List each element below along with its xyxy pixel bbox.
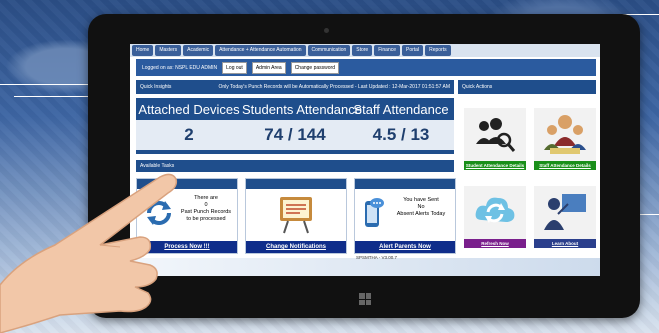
stat-value: 2 (136, 120, 242, 150)
task-text-line: to be processed (186, 216, 226, 222)
qa-student-attendance-card[interactable]: Student Attendance Details (464, 108, 526, 170)
notice-board-icon (280, 197, 312, 234)
learn-about-link[interactable]: Learn About (534, 239, 596, 248)
menu-reports[interactable]: Reports (425, 45, 451, 56)
staff-attendance-details-link[interactable]: Staff Attendance Details (534, 161, 596, 170)
students-search-icon (476, 118, 516, 152)
task-notifications: Change Notifications (245, 178, 347, 254)
student-attendance-details-link[interactable]: Student Attendance Details (464, 161, 526, 170)
qa-refresh-card[interactable]: Refresh Now (464, 186, 526, 248)
staff-group-icon (544, 115, 586, 154)
task-text-line: No (417, 204, 425, 210)
task-text-line: Absent Alerts Today (396, 211, 446, 217)
presenter-icon (544, 194, 586, 230)
menu-attendance[interactable]: Attendance + Attendance Automation (215, 45, 306, 56)
stat-value: 74 / 144 (242, 120, 348, 150)
decorative-line (0, 84, 90, 85)
user-bar: Logged on as: NSPL EDU ADMIN Log out Adm… (136, 59, 596, 76)
stat-staff-attendance: Staff Attendance 4.5 / 13 (348, 98, 454, 150)
stat-label: Attached Devices (138, 102, 240, 117)
alert-parents-button[interactable]: Alert Parents Now (355, 241, 455, 253)
menu-bar: Home Masters Academic Attendance + Atten… (130, 44, 600, 57)
task-text-line: Past Punch Records (180, 209, 232, 215)
menu-communication[interactable]: Communication (307, 45, 351, 56)
stat-label: Staff Attendance (353, 102, 449, 117)
app-screen: Home Masters Academic Attendance + Atten… (130, 44, 600, 276)
stat-value: 4.5 / 13 (348, 120, 454, 150)
qa-learn-card[interactable]: Learn About (534, 186, 596, 248)
menu-masters[interactable]: Masters (155, 45, 182, 56)
processing-notice: Only Today's Punch Records will be Autom… (218, 84, 450, 90)
quick-actions-header: Quick Actions (458, 80, 596, 94)
stat-attached-devices: Attached Devices 2 (136, 98, 242, 150)
menu-finance[interactable]: Finance (374, 45, 401, 56)
task-count: 0 (204, 202, 208, 208)
qa-staff-attendance-card[interactable]: Staff Attendance Details (534, 108, 596, 170)
menu-portal[interactable]: Portal (402, 45, 424, 56)
mobile-chat-icon (365, 198, 384, 227)
refresh-now-link[interactable]: Refresh Now (464, 239, 526, 248)
camera-icon (324, 28, 329, 33)
logged-in-label: Logged on as: NSPL EDU ADMIN (142, 64, 218, 71)
quick-insights-header: Quick Insights Only Today's Punch Record… (136, 80, 454, 94)
task-text-line: You have Sent (403, 197, 439, 203)
task-absent-alerts: You have Sent No Absent Alerts Today Ale… (354, 178, 456, 254)
change-notifications-button[interactable]: Change Notifications (246, 241, 346, 253)
stat-label: Students Attendance (242, 102, 362, 117)
stats-panel: Attached Devices 2 Students Attendance 7… (136, 98, 454, 154)
footer-strip (130, 258, 600, 276)
menu-academic[interactable]: Academic (183, 45, 214, 56)
change-password-button[interactable]: Change password (290, 61, 339, 74)
menu-store[interactable]: Store (352, 45, 373, 56)
menu-home[interactable]: Home (132, 45, 154, 56)
logout-button[interactable]: Log out (222, 61, 247, 74)
quick-actions-title: Quick Actions (462, 84, 493, 90)
admin-area-button[interactable]: Admin Area (251, 61, 286, 74)
stat-students-attendance: Students Attendance 74 / 144 (242, 98, 362, 150)
decorative-line (14, 96, 89, 97)
version-label: SPSMTHA - V3.00.7 (356, 255, 398, 260)
quick-insights-title: Quick Insights (140, 84, 172, 90)
task-text-line: There are (194, 195, 218, 201)
pointing-hand-image (0, 173, 178, 333)
windows-logo-icon[interactable] (359, 293, 371, 305)
available-tasks-header: Available Tasks (136, 160, 454, 172)
cloud-refresh-icon (475, 197, 515, 223)
